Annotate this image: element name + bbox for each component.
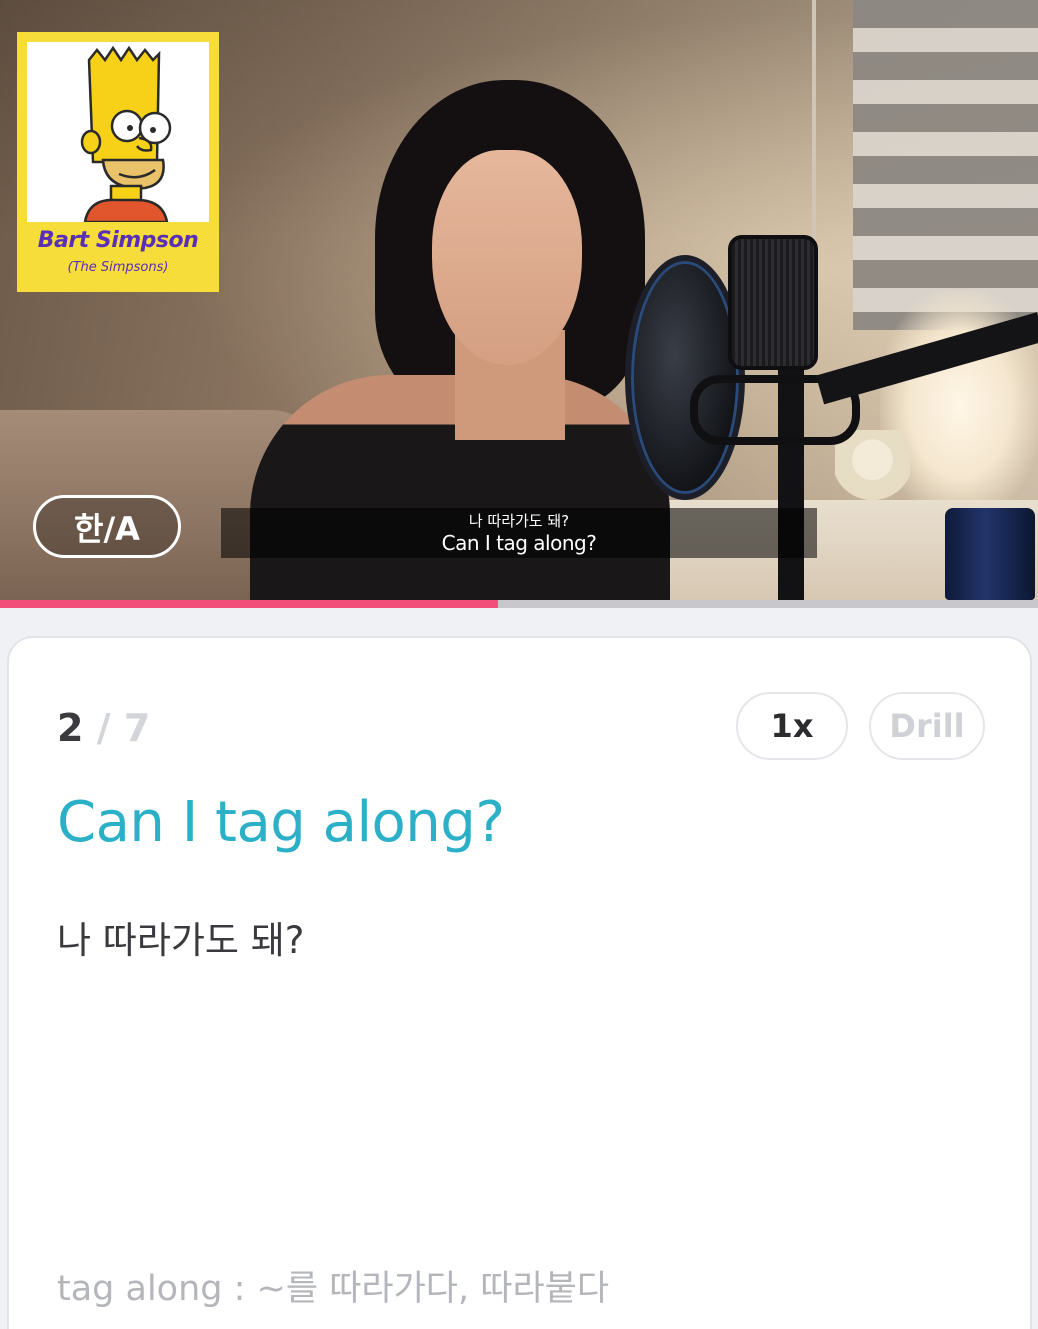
bart-simpson-illustration <box>80 45 172 222</box>
counter-separator: / <box>96 706 111 750</box>
video-mug <box>945 508 1035 600</box>
video-microphone <box>728 235 818 370</box>
sentence-card: 2 / 7 1x Drill Can I tag along? 나 따라가도 돼… <box>7 636 1032 1329</box>
video-player[interactable]: Bart Simpson (The Simpsons) 한/A 나 따라가도 돼… <box>0 0 1038 600</box>
video-subtitle: 나 따라가도 돼? Can I tag along? <box>221 508 817 558</box>
video-progress-fill <box>0 600 498 608</box>
language-toggle-button[interactable]: 한/A <box>33 495 181 558</box>
sentence-english[interactable]: Can I tag along? <box>57 790 505 855</box>
subtitle-english: Can I tag along? <box>441 531 597 555</box>
sentence-counter: 2 / 7 <box>57 706 150 750</box>
character-show: (The Simpsons) <box>67 260 169 275</box>
subtitle-korean: 나 따라가도 돼? <box>468 512 570 530</box>
character-card: Bart Simpson (The Simpsons) <box>17 32 219 292</box>
character-name: Bart Simpson <box>37 228 199 253</box>
video-person-face <box>432 150 582 365</box>
character-portrait <box>27 42 209 222</box>
drill-button[interactable]: Drill <box>869 692 985 760</box>
playback-speed-button[interactable]: 1x <box>736 692 848 760</box>
vocab-note: tag along : ~를 따라가다, 따라붙다 <box>57 1269 610 1309</box>
video-toy <box>835 430 910 515</box>
video-blinds <box>853 0 1038 330</box>
video-progress-bar[interactable] <box>0 600 1038 608</box>
counter-current: 2 <box>57 706 84 750</box>
counter-total: 7 <box>123 706 151 750</box>
sentence-korean: 나 따라가도 돼? <box>57 919 305 962</box>
